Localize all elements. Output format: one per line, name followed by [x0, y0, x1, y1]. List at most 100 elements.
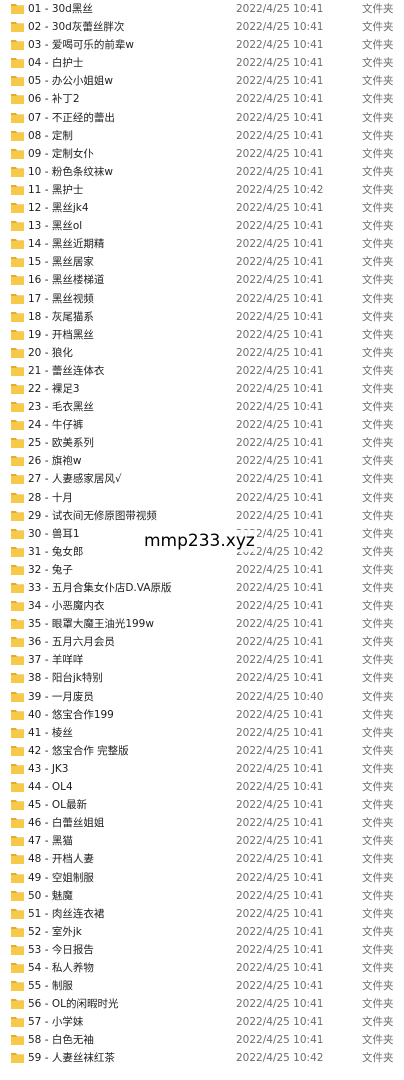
modified-date: 2022/4/25 10:41: [236, 75, 324, 88]
folder-row[interactable]: 20 - 狼化 2022/4/25 10:41 文件夹: [0, 344, 404, 362]
folder-row[interactable]: 37 - 羊咩咩 2022/4/25 10:41 文件夹: [0, 651, 404, 669]
modified-date: 2022/4/25 10:41: [236, 202, 324, 215]
folder-row[interactable]: 41 - 棱丝 2022/4/25 10:41 文件夹: [0, 724, 404, 742]
file-type: 文件夹: [362, 165, 394, 178]
folder-row[interactable]: 27 - 人妻感家居风√ 2022/4/25 10:41 文件夹: [0, 470, 404, 488]
folder-row[interactable]: 50 - 魅魔 2022/4/25 10:41 文件夹: [0, 887, 404, 905]
folder-name: 06 - 补丁2: [28, 93, 80, 106]
folder-row[interactable]: 16 - 黑丝楼梯道 2022/4/25 10:41 文件夹: [0, 271, 404, 289]
folder-row[interactable]: 57 - 小学妹 2022/4/25 10:41 文件夹: [0, 1013, 404, 1031]
watermark: mmp233.xyz: [142, 530, 257, 552]
folder-icon: [11, 763, 24, 774]
folder-row[interactable]: 23 - 毛衣黑丝 2022/4/25 10:41 文件夹: [0, 398, 404, 416]
modified-date: 2022/4/25 10:41: [236, 600, 324, 613]
folder-row[interactable]: 02 - 30d灰蕾丝胖次 2022/4/25 10:41 文件夹: [0, 18, 404, 36]
folder-row[interactable]: 42 - 悠宝合作 完整版 2022/4/25 10:41 文件夹: [0, 742, 404, 760]
folder-name: 39 - 一月废员: [28, 690, 94, 703]
folder-name: 44 - OL4: [28, 781, 73, 794]
folder-row[interactable]: 12 - 黑丝jk4 2022/4/25 10:41 文件夹: [0, 199, 404, 217]
folder-row[interactable]: 04 - 白护士 2022/4/25 10:41 文件夹: [0, 54, 404, 72]
folder-name: 30 - 兽耳1: [28, 527, 80, 540]
folder-row[interactable]: 53 - 今日报告 2022/4/25 10:41 文件夹: [0, 941, 404, 959]
folder-row[interactable]: 14 - 黑丝近期精 2022/4/25 10:41 文件夹: [0, 235, 404, 253]
folder-row[interactable]: 09 - 定制女仆 2022/4/25 10:41 文件夹: [0, 145, 404, 163]
folder-row[interactable]: 35 - 眼罩大魔王油光199w 2022/4/25 10:41 文件夹: [0, 615, 404, 633]
folder-row[interactable]: 36 - 五月六月会员 2022/4/25 10:41 文件夹: [0, 633, 404, 651]
file-type: 文件夹: [362, 473, 394, 486]
file-type: 文件夹: [362, 364, 394, 377]
folder-row[interactable]: 26 - 旗袍w 2022/4/25 10:41 文件夹: [0, 452, 404, 470]
modified-date: 2022/4/25 10:41: [236, 853, 324, 866]
folder-name: 07 - 不正经的蕾出: [28, 111, 115, 124]
folder-name: 47 - 黑猫: [28, 835, 73, 848]
folder-row[interactable]: 45 - OL最新 2022/4/25 10:41 文件夹: [0, 796, 404, 814]
folder-row[interactable]: 13 - 黑丝ol 2022/4/25 10:41 文件夹: [0, 217, 404, 235]
file-type: 文件夹: [362, 708, 394, 721]
folder-row[interactable]: 01 - 30d黑丝 2022/4/25 10:41 文件夹: [0, 0, 404, 18]
modified-date: 2022/4/25 10:41: [236, 708, 324, 721]
folder-row[interactable]: 33 - 五月合集女仆店D.VA原版 2022/4/25 10:41 文件夹: [0, 579, 404, 597]
modified-date: 2022/4/25 10:41: [236, 364, 324, 377]
folder-row[interactable]: 34 - 小恶魔内衣 2022/4/25 10:41 文件夹: [0, 597, 404, 615]
modified-date: 2022/4/25 10:41: [236, 292, 324, 305]
folder-row[interactable]: 21 - 蕾丝连体衣 2022/4/25 10:41 文件夹: [0, 362, 404, 380]
folder-row[interactable]: 29 - 试衣间无修原图带视频 2022/4/25 10:41 文件夹: [0, 507, 404, 525]
folder-name: 15 - 黑丝居家: [28, 256, 94, 269]
folder-icon: [11, 872, 24, 883]
folder-row[interactable]: 10 - 粉色条纹袜w 2022/4/25 10:41 文件夹: [0, 163, 404, 181]
folder-row[interactable]: 06 - 补丁2 2022/4/25 10:41 文件夹: [0, 90, 404, 108]
folder-row[interactable]: 24 - 牛仔裤 2022/4/25 10:41 文件夹: [0, 416, 404, 434]
folder-row[interactable]: 08 - 定制 2022/4/25 10:41 文件夹: [0, 127, 404, 145]
folder-icon: [11, 800, 24, 811]
file-type: 文件夹: [362, 3, 394, 15]
folder-row[interactable]: 52 - 室外jk 2022/4/25 10:41 文件夹: [0, 923, 404, 941]
file-type: 文件夹: [362, 636, 394, 649]
folder-icon: [11, 619, 24, 630]
folder-row[interactable]: 47 - 黑猫 2022/4/25 10:41 文件夹: [0, 832, 404, 850]
folder-row[interactable]: 19 - 开档黑丝 2022/4/25 10:41 文件夹: [0, 326, 404, 344]
folder-row[interactable]: 44 - OL4 2022/4/25 10:41 文件夹: [0, 778, 404, 796]
file-type: 文件夹: [362, 925, 394, 938]
folder-row[interactable]: 25 - 欧美系列 2022/4/25 10:41 文件夹: [0, 434, 404, 452]
modified-date: 2022/4/25 10:41: [236, 57, 324, 70]
folder-row[interactable]: 55 - 制服 2022/4/25 10:41 文件夹: [0, 977, 404, 995]
folder-icon: [11, 420, 24, 431]
folder-row[interactable]: 18 - 灰尾猫系 2022/4/25 10:41 文件夹: [0, 308, 404, 326]
folder-icon: [11, 1053, 24, 1064]
folder-name: 26 - 旗袍w: [28, 455, 82, 468]
folder-row[interactable]: 59 - 人妻丝袜红茶 2022/4/25 10:42 文件夹: [0, 1049, 404, 1067]
folder-row[interactable]: 49 - 空姐制服 2022/4/25 10:41 文件夹: [0, 869, 404, 887]
folder-row[interactable]: 46 - 白蕾丝姐姐 2022/4/25 10:41 文件夹: [0, 814, 404, 832]
folder-row[interactable]: 15 - 黑丝居家 2022/4/25 10:41 文件夹: [0, 253, 404, 271]
folder-row[interactable]: 22 - 裸足3 2022/4/25 10:41 文件夹: [0, 380, 404, 398]
file-type: 文件夹: [362, 1052, 394, 1065]
modified-date: 2022/4/25 10:41: [236, 419, 324, 432]
folder-row[interactable]: 07 - 不正经的蕾出 2022/4/25 10:41 文件夹: [0, 109, 404, 127]
folder-row[interactable]: 56 - OL的闲暇时光 2022/4/25 10:41 文件夹: [0, 995, 404, 1013]
folder-row[interactable]: 51 - 肉丝连衣裙 2022/4/25 10:41 文件夹: [0, 905, 404, 923]
folder-icon: [11, 329, 24, 340]
folder-row[interactable]: 54 - 私人养物 2022/4/25 10:41 文件夹: [0, 959, 404, 977]
folder-row[interactable]: 03 - 爱喝可乐的前辈w 2022/4/25 10:41 文件夹: [0, 36, 404, 54]
folder-row[interactable]: 43 - JK3 2022/4/25 10:41 文件夹: [0, 760, 404, 778]
folder-icon: [11, 564, 24, 575]
file-type: 文件夹: [362, 39, 394, 52]
file-type: 文件夹: [362, 292, 394, 305]
folder-name: 10 - 粉色条纹袜w: [28, 165, 113, 178]
folder-row[interactable]: 17 - 黑丝视频 2022/4/25 10:41 文件夹: [0, 290, 404, 308]
folder-row[interactable]: 40 - 悠宝合作199 2022/4/25 10:41 文件夹: [0, 706, 404, 724]
folder-name: 50 - 魅魔: [28, 889, 73, 902]
folder-row[interactable]: 32 - 兔子 2022/4/25 10:41 文件夹: [0, 561, 404, 579]
modified-date: 2022/4/25 10:41: [236, 943, 324, 956]
folder-row[interactable]: 48 - 开档人妻 2022/4/25 10:41 文件夹: [0, 850, 404, 868]
folder-row[interactable]: 58 - 白色无袖 2022/4/25 10:41 文件夹: [0, 1031, 404, 1049]
folder-row[interactable]: 11 - 黑护士 2022/4/25 10:42 文件夹: [0, 181, 404, 199]
folder-icon: [11, 818, 24, 829]
file-type: 文件夹: [362, 817, 394, 830]
folder-name: 51 - 肉丝连衣裙: [28, 907, 105, 920]
folder-row[interactable]: 38 - 阳台jk特别 2022/4/25 10:41 文件夹: [0, 669, 404, 687]
folder-row[interactable]: 05 - 办公小姐姐w 2022/4/25 10:41 文件夹: [0, 72, 404, 90]
folder-row[interactable]: 28 - 十月 2022/4/25 10:41 文件夹: [0, 489, 404, 507]
folder-row[interactable]: 39 - 一月废员 2022/4/25 10:40 文件夹: [0, 688, 404, 706]
file-type: 文件夹: [362, 437, 394, 450]
